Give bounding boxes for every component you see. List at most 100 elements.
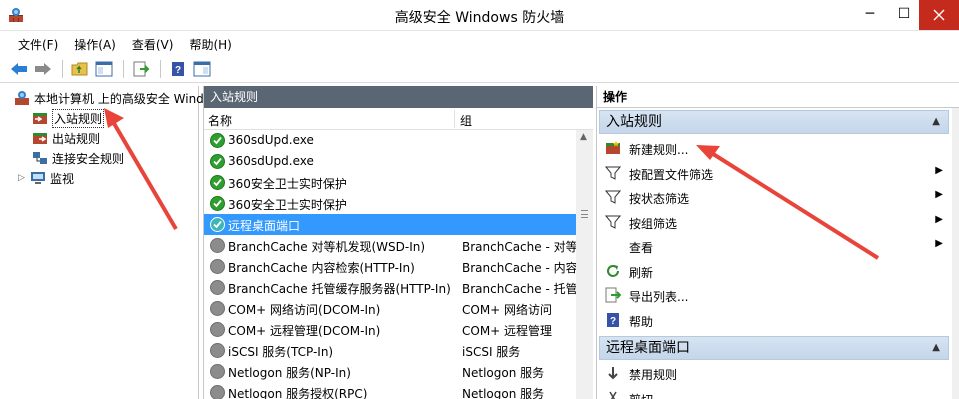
action-item[interactable]: ? 帮助 xyxy=(603,308,943,332)
rule-name: Netlogon 服务(NP-In) xyxy=(228,366,351,380)
action-pane-icon xyxy=(193,61,211,77)
toolbar-separator xyxy=(62,60,63,78)
help-button[interactable]: ? xyxy=(167,58,189,80)
rule-row[interactable]: 远程桌面端口 xyxy=(204,214,593,235)
menu-bar: 文件(F) 操作(A) 查看(V) 帮助(H) xyxy=(0,33,959,55)
action-item[interactable]: 剪切 xyxy=(603,386,943,399)
tree-item-monitoring[interactable]: ▷ 监视 xyxy=(18,168,74,188)
rule-disabled-icon xyxy=(210,301,225,316)
action-label: 剪切 xyxy=(629,391,653,399)
action-item[interactable]: 刷新 xyxy=(603,259,943,283)
close-button[interactable] xyxy=(919,0,959,30)
actions-pane: 操作 入站规则 ▲ 新建规则... 按配置文件筛选 ▶ 按状态筛选 ▶ 按组筛选 ▶ 查看 ▶ 刷… xyxy=(596,86,959,399)
actions-section-rule[interactable]: 远程桌面端口 ▲ xyxy=(599,336,949,360)
rule-row[interactable]: BranchCache 对等机发现(WSD-In) BranchCache - 对… xyxy=(204,235,593,256)
rule-row[interactable]: COM+ 远程管理(DCOM-In) COM+ 远程管理 xyxy=(204,319,593,340)
action-item[interactable]: 查看 ▶ xyxy=(603,234,943,258)
rule-row[interactable]: Netlogon 服务授权(RPC) Netlogon 服务 xyxy=(204,382,593,399)
section-title: 入站规则 xyxy=(606,114,662,130)
action-label: 禁用规则 xyxy=(629,368,678,382)
export-list-button[interactable] xyxy=(130,58,152,80)
menu-action[interactable]: 操作(A) xyxy=(68,33,122,55)
filter-icon xyxy=(605,165,621,181)
console-tree-icon xyxy=(95,61,113,77)
rule-group: BranchCache - 对等 xyxy=(462,240,576,254)
rule-group: BranchCache - 内容 xyxy=(462,261,576,275)
monitor-icon xyxy=(31,172,45,184)
export-icon xyxy=(133,61,150,77)
show-action-pane-button[interactable] xyxy=(191,58,213,80)
rule-row[interactable]: BranchCache 内容检索(HTTP-In) BranchCache - 内… xyxy=(204,256,593,277)
forward-button[interactable] xyxy=(32,58,54,80)
column-header-name[interactable]: 名称 xyxy=(208,112,232,129)
action-label: 帮助 xyxy=(629,314,654,329)
rule-row[interactable]: Netlogon 服务(NP-In) Netlogon 服务 xyxy=(204,361,593,382)
maximize-button[interactable]: ☐ xyxy=(887,0,921,30)
column-header-group[interactable]: 组 xyxy=(460,112,472,129)
show-hide-tree-button[interactable] xyxy=(93,58,115,80)
scroll-up-icon[interactable]: ▲ xyxy=(580,132,587,142)
up-folder-button[interactable] xyxy=(69,58,91,80)
expand-icon[interactable]: ▷ xyxy=(18,173,30,183)
rule-name: BranchCache 内容检索(HTTP-In) xyxy=(228,261,415,275)
rule-row[interactable]: 360sdUpd.exe xyxy=(204,130,593,151)
menu-file[interactable]: 文件(F) xyxy=(12,33,64,55)
tree-root[interactable]: 本地计算机 上的高级安全 Wind xyxy=(14,88,204,108)
rule-row[interactable]: iSCSI 服务(TCP-In) iSCSI 服务 xyxy=(204,340,593,361)
rule-row[interactable]: COM+ 网络访问(DCOM-In) COM+ 网络访问 xyxy=(204,298,593,319)
section-title: 远程桌面端口 xyxy=(606,340,690,356)
help-icon: ? xyxy=(172,62,184,76)
tree-item-label: 连接安全规则 xyxy=(52,151,125,166)
action-label: 新建规则... xyxy=(629,143,689,157)
rule-row[interactable]: 360sdUpd.exe xyxy=(204,151,593,172)
action-item[interactable]: 按配置文件筛选 ▶ xyxy=(603,161,943,185)
back-button[interactable] xyxy=(8,58,30,80)
export-icon xyxy=(605,287,621,303)
vertical-scrollbar[interactable]: ▲ xyxy=(576,130,593,399)
action-item[interactable]: 按组筛选 ▶ xyxy=(603,210,943,234)
actions-scrollbar[interactable] xyxy=(952,108,959,399)
rule-name: COM+ 远程管理(DCOM-In) xyxy=(228,324,381,338)
rule-row[interactable]: 360安全卫士实时保护 xyxy=(204,193,593,214)
rule-disabled-icon xyxy=(210,343,225,358)
rule-enabled-icon xyxy=(210,154,225,169)
action-item[interactable]: 新建规则... xyxy=(603,136,943,160)
tree-item-label: 监视 xyxy=(50,171,75,186)
action-item[interactable]: 按状态筛选 ▶ xyxy=(603,185,943,209)
column-divider[interactable] xyxy=(454,110,455,128)
actions-section-inbound[interactable]: 入站规则 ▲ xyxy=(599,110,949,134)
filter-icon xyxy=(605,189,621,205)
rule-disabled-icon xyxy=(210,280,225,295)
action-item[interactable]: 禁用规则 xyxy=(603,361,943,385)
tree-item-inbound[interactable]: 入站规则 xyxy=(32,108,105,128)
help-icon: ? xyxy=(605,312,621,328)
action-label: 按配置文件筛选 xyxy=(629,167,714,182)
title-bar: 高级安全 Windows 防火墙 ─ ☐ xyxy=(0,0,959,31)
rules-list: 360sdUpd.exe 360sdUpd.exe 360安全卫士实时保护 360安全… xyxy=(204,130,593,399)
collapse-icon[interactable]: ▲ xyxy=(932,337,940,359)
collapse-icon[interactable]: ▲ xyxy=(932,111,940,133)
action-label: 刷新 xyxy=(629,265,654,280)
forward-arrow-icon xyxy=(35,63,51,75)
submenu-arrow-icon: ▶ xyxy=(935,189,943,200)
disable-icon xyxy=(605,365,621,381)
tree-item-outbound[interactable]: 出站规则 xyxy=(32,128,100,148)
rule-row[interactable]: 360安全卫士实时保护 xyxy=(204,172,593,193)
rule-name: COM+ 网络访问(DCOM-In) xyxy=(228,303,381,317)
scroll-grip[interactable] xyxy=(581,210,588,218)
action-item[interactable]: 导出列表... xyxy=(603,283,943,307)
action-label: 按状态筛选 xyxy=(629,192,690,206)
toolbar: ? xyxy=(0,56,959,83)
close-icon xyxy=(933,9,945,21)
menu-help[interactable]: 帮助(H) xyxy=(183,33,237,55)
minimize-button[interactable]: ─ xyxy=(853,0,887,30)
submenu-arrow-icon: ▶ xyxy=(935,213,943,225)
column-headers: 名称 组 xyxy=(204,108,593,130)
rule-disabled-icon xyxy=(210,238,225,253)
toolbar-separator xyxy=(160,60,161,78)
menu-view[interactable]: 查看(V) xyxy=(126,33,180,55)
rules-list-panel: 入站规则 名称 组 360sdUpd.exe 360sdUpd.exe 360安全卫… xyxy=(203,86,593,399)
rule-group: iSCSI 服务 xyxy=(462,345,521,359)
tree-item-connection-security[interactable]: 连接安全规则 xyxy=(32,148,124,168)
rule-row[interactable]: BranchCache 托管缓存服务器(HTTP-In) BranchCache … xyxy=(204,277,593,298)
